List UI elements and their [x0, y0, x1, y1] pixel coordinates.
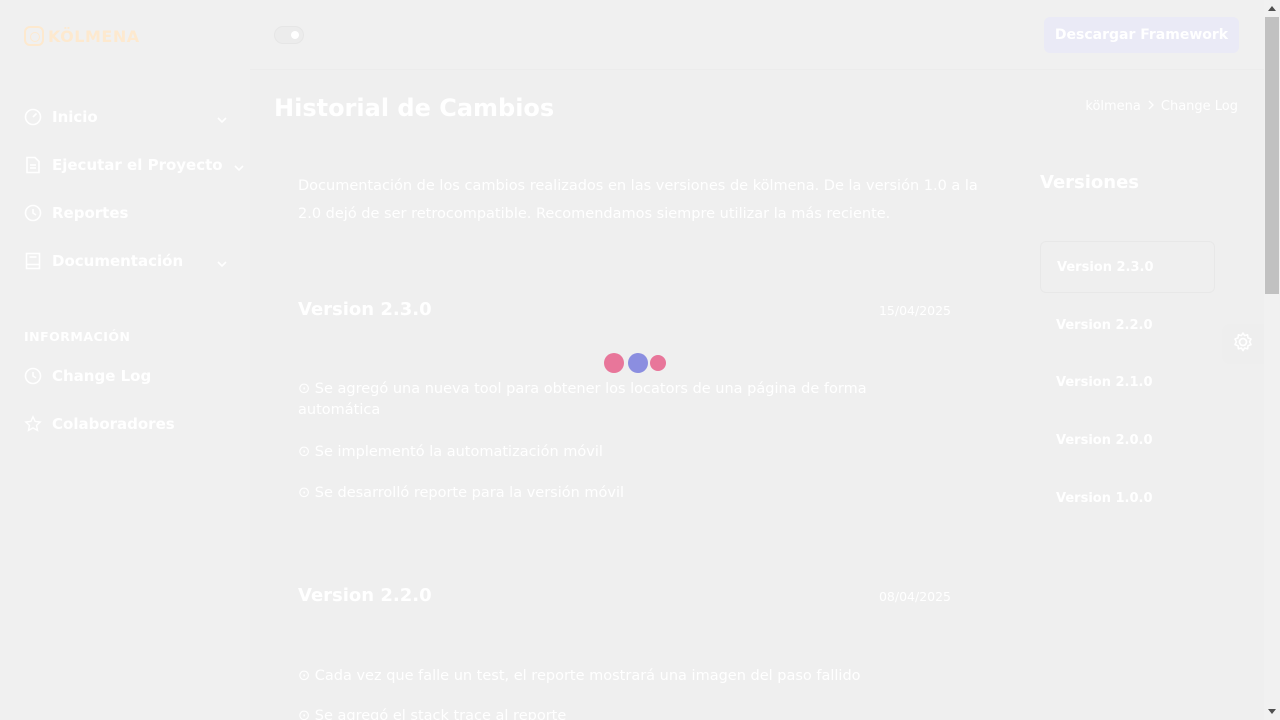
- changelog-intro: Documentación de los cambios realizados …: [298, 178, 978, 222]
- loader-dot: [650, 355, 666, 371]
- chevron-down-icon: [233, 159, 245, 172]
- version-link-2-2-0[interactable]: Version 2.2.0: [1040, 299, 1215, 351]
- page-title: Historial de Cambios: [274, 94, 555, 122]
- breadcrumb: kölmena Change Log: [1085, 99, 1238, 114]
- document-icon: [24, 156, 42, 174]
- scroll-up-arrow[interactable]: [1264, 0, 1280, 16]
- change-item: Se desarrolló reporte para la versión mó…: [298, 483, 938, 504]
- chevron-down-icon: [216, 111, 228, 124]
- sidebar-item-label: Colaboradores: [52, 415, 175, 433]
- sidebar-item-inicio[interactable]: Inicio: [24, 105, 228, 129]
- change-item: Se agregó el stack trace al reporte: [298, 706, 938, 720]
- loading-spinner: [604, 353, 668, 373]
- clock-icon: [24, 204, 42, 222]
- breadcrumb-item-current: Change Log: [1160, 99, 1238, 114]
- section-title-informacion: INFORMACIÓN: [24, 329, 131, 344]
- version-date: 08/04/2025: [878, 589, 951, 604]
- sidebar: KÖLMENA Inicio Ejecutar el Proyecto Repo…: [0, 0, 250, 720]
- change-item: Cada vez que falle un test, el reporte m…: [298, 666, 938, 687]
- scroll-down-arrow[interactable]: [1264, 704, 1280, 720]
- clock-icon: [24, 367, 42, 385]
- page: KÖLMENA Inicio Ejecutar el Proyecto Repo…: [0, 0, 1264, 720]
- version-title: Version 2.2.0: [298, 585, 432, 606]
- version-link-2-1-0[interactable]: Version 2.1.0: [1040, 356, 1215, 408]
- star-icon: [24, 415, 42, 433]
- logo[interactable]: KÖLMENA: [24, 24, 140, 48]
- logo-text: KÖLMENA: [48, 26, 140, 46]
- change-item: Se implementó la automatización móvil: [298, 442, 938, 463]
- changelog-card: [274, 144, 992, 720]
- versions-title: Versiones: [1040, 172, 1140, 193]
- chevron-right-icon: [1147, 99, 1155, 114]
- logo-icon: [24, 26, 44, 46]
- sidebar-item-documentacion[interactable]: Documentación: [24, 249, 228, 273]
- sidebar-item-change-log[interactable]: Change Log: [24, 364, 228, 388]
- version-link-2-0-0[interactable]: Version 2.0.0: [1040, 414, 1215, 466]
- scroll-thumb[interactable]: [1265, 17, 1279, 294]
- gauge-icon: [24, 108, 42, 126]
- sidebar-item-ejecutar[interactable]: Ejecutar el Proyecto: [24, 153, 244, 177]
- download-framework-button[interactable]: Descargar Framework: [1044, 17, 1239, 53]
- sidebar-item-label: Documentación: [52, 252, 184, 270]
- sidebar-item-colaboradores[interactable]: Colaboradores: [24, 412, 228, 436]
- loader-dot: [604, 353, 624, 373]
- theme-toggle[interactable]: [274, 26, 304, 44]
- loader-dot: [628, 353, 648, 373]
- sidebar-item-label: Reportes: [52, 204, 129, 222]
- book-icon: [24, 252, 42, 270]
- sidebar-item-label: Inicio: [52, 108, 98, 126]
- settings-button[interactable]: [1222, 324, 1264, 364]
- version-title: Version 2.3.0: [298, 299, 432, 320]
- topbar: Descargar Framework: [250, 0, 1264, 70]
- breadcrumb-item-home[interactable]: kölmena: [1085, 99, 1141, 114]
- gear-icon: [1232, 331, 1254, 357]
- version-link-2-3-0[interactable]: Version 2.3.0: [1040, 241, 1215, 293]
- sidebar-item-reportes[interactable]: Reportes: [24, 201, 228, 225]
- page-scrollbar[interactable]: [1264, 0, 1280, 720]
- version-link-1-0-0[interactable]: Version 1.0.0: [1040, 472, 1215, 524]
- version-date: 15/04/2025: [878, 303, 951, 318]
- chevron-down-icon: [216, 255, 228, 268]
- sidebar-item-label: Change Log: [52, 367, 152, 385]
- change-item: Se agregó una nueva tool para obtener lo…: [298, 379, 938, 421]
- sidebar-item-label: Ejecutar el Proyecto: [52, 156, 223, 174]
